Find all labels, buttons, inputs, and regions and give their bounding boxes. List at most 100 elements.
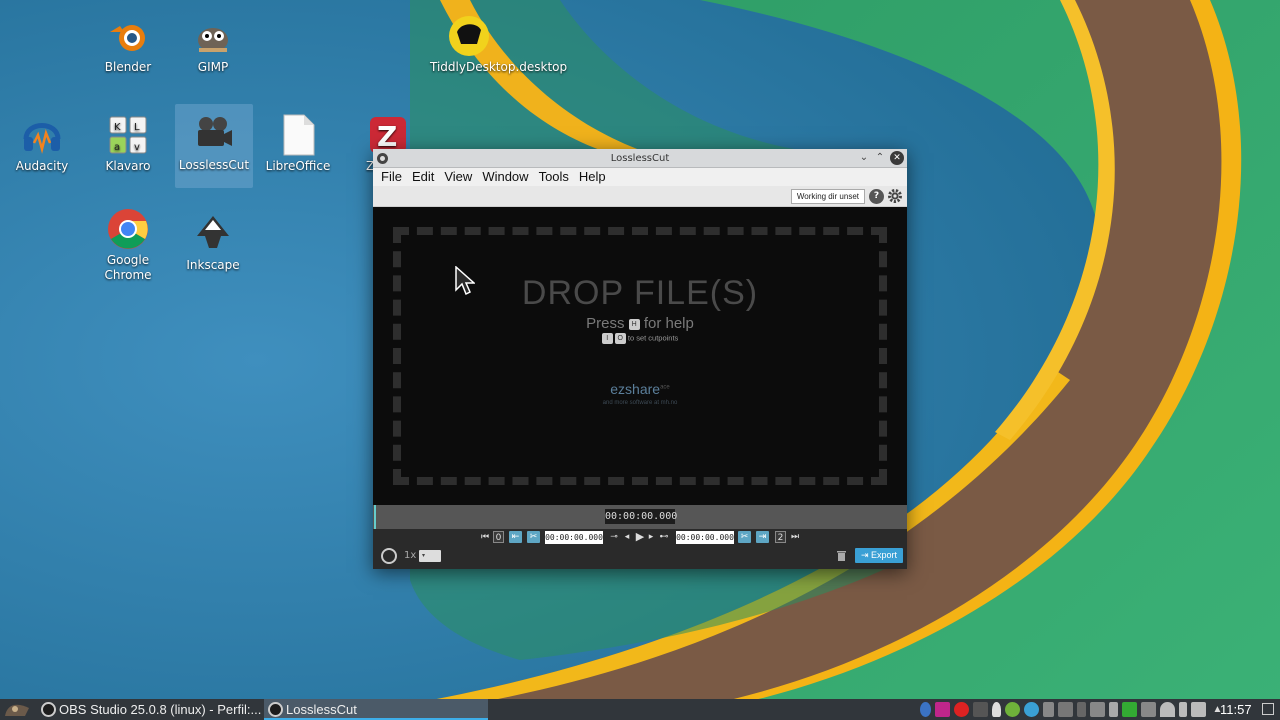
desktop-icon-google-chrome[interactable]: Google Chrome [89,205,167,283]
seek-back-icon[interactable]: ⊸ [608,531,620,543]
svg-text:v: v [134,142,140,153]
app-icon[interactable] [377,153,388,164]
speed-select[interactable]: ▾ [419,550,441,562]
timeline[interactable]: 00:00:00.000 [373,505,907,529]
close-icon[interactable]: ✕ [890,151,904,165]
next-frame-icon[interactable]: ▸ [647,531,655,543]
ezshare-brand[interactable]: ezshareace [373,381,907,397]
update-icon[interactable] [1024,702,1039,717]
chrome-icon [108,209,148,249]
desktop-icon-blender[interactable]: Blender [89,12,167,75]
app-tray-icon[interactable] [935,702,950,717]
ezshare-subtitle: and more software at mh.no [602,400,678,406]
desktop-icon-gimp[interactable]: GIMP [174,12,252,75]
app-launcher-icon[interactable] [3,700,33,719]
cut-end-time[interactable]: 00:00:00.000 [676,531,734,544]
document-icon [283,114,315,156]
task-label: OBS Studio 25.0.8 (linux) - Perfil:... [59,702,262,717]
cut-start-time[interactable]: 00:00:00.000 [545,531,603,544]
task-losslesscut[interactable]: LosslessCut [264,699,488,720]
svg-text:a: a [114,142,120,153]
export-button[interactable]: ⇥ Export [855,548,903,563]
clipboard-icon[interactable] [1043,702,1054,717]
inkscape-icon [197,216,229,248]
play-icon[interactable]: ▶ [634,531,646,543]
menu-bar: File Edit View Window Tools Help [373,168,907,186]
trash-icon[interactable] [837,550,846,561]
current-time-display: 00:00:00.000 [605,509,678,524]
ezshare-sup: ace [660,384,670,391]
klavaro-icon: K L a v [109,116,147,154]
press-text: Press [586,315,625,332]
help-button[interactable]: ? [869,189,884,204]
speed-label: 1x [404,550,417,561]
eye-icon[interactable] [1122,702,1137,717]
menu-tools[interactable]: Tools [534,168,574,186]
audacity-icon [23,123,61,154]
menu-view[interactable]: View [439,168,477,186]
clock[interactable]: 11:57 [1220,699,1252,720]
prev-frame-icon[interactable]: ◂ [623,531,631,543]
jump-start-icon[interactable]: ⏮ [480,531,490,543]
desktop-icon-losslesscut[interactable]: LosslessCut [175,104,253,188]
playback-controls: ⏮ 0 ⇤ ✂ 00:00:00.000 ⊸ ◂ ▶ ▸ ⊷ 00:00:00.… [373,529,907,569]
set-cut-end-icon[interactable]: ✂ [738,531,751,543]
top-toolbar: Working dir unset ? [373,186,907,207]
help-hint: Press H for help [373,315,907,332]
system-tray: ▲ [920,702,1225,717]
bluetooth-device-icon[interactable] [1077,702,1086,717]
desktop-icon-inkscape[interactable]: Inkscape [174,210,252,273]
drop-zone[interactable]: DROP FILE(S) Press H for help I O to set… [373,207,907,505]
input-icon[interactable] [973,702,988,717]
jump-cut-start-icon[interactable]: ⇤ [509,531,522,543]
drop-title: DROP FILE(S) [521,274,759,312]
cut-start-index[interactable]: 0 [493,531,504,543]
taskbar: OBS Studio 25.0.8 (linux) - Perfil:... L… [0,699,1280,720]
menu-file[interactable]: File [376,168,407,186]
tiddly-icon [449,16,489,56]
task-label: LosslessCut [286,702,357,717]
bluetooth-icon[interactable] [920,702,931,717]
menu-help[interactable]: Help [574,168,611,186]
display-icon[interactable] [1058,702,1073,717]
export-label: Export [871,550,898,560]
ezshare-text: ezshare [610,381,661,397]
desktop-icon-klavaro[interactable]: KL av Klavaro [89,111,167,174]
gear-icon[interactable] [887,188,903,204]
lightbulb-icon[interactable] [992,702,1001,717]
tools-icon[interactable] [1090,702,1105,717]
working-dir-button[interactable]: Working dir unset [790,189,865,204]
jump-end-icon[interactable]: ⏭ [790,531,800,543]
blender-icon [110,25,145,51]
movie-camera-icon [198,117,232,146]
menu-edit[interactable]: Edit [407,168,439,186]
rotate-icon[interactable] [381,548,397,564]
losslesscut-window: LosslessCut ⌄ ⌃ ✕ File Edit View Window … [373,149,907,569]
wifi-icon[interactable] [1160,702,1175,717]
desktop-icon-libreoffice[interactable]: LibreOffice [259,111,337,174]
desktop-icon-tiddlydesktop[interactable]: TiddlyDesktop.desktop [430,12,567,75]
show-desktop-icon[interactable] [1262,703,1274,715]
mouse-cursor-icon [455,266,475,296]
svg-text:K: K [114,122,121,133]
cut-end-index[interactable]: 2 [775,531,786,543]
export-icon: ⇥ [860,550,872,560]
task-obs-studio[interactable]: OBS Studio 25.0.8 (linux) - Perfil:... [37,699,262,720]
volume-icon[interactable] [1191,702,1206,717]
losslesscut-icon [268,702,283,717]
maximize-icon[interactable]: ⌃ [873,151,887,165]
minimize-icon[interactable]: ⌄ [857,151,871,165]
microphone-icon[interactable] [1179,702,1187,717]
battery-icon[interactable] [1109,702,1118,717]
window-titlebar[interactable]: LosslessCut ⌄ ⌃ ✕ [373,149,907,168]
jump-cut-end-icon[interactable]: ⇥ [756,531,769,543]
opera-icon[interactable] [954,702,969,717]
playhead[interactable] [374,505,376,529]
monitor-icon[interactable] [1141,702,1156,717]
check-icon[interactable] [1005,702,1020,717]
menu-window[interactable]: Window [477,168,533,186]
obs-icon [41,702,56,717]
seek-forward-icon[interactable]: ⊷ [658,531,670,543]
set-cut-start-icon[interactable]: ✂ [527,531,540,543]
desktop-icon-audacity[interactable]: Audacity [3,111,81,174]
